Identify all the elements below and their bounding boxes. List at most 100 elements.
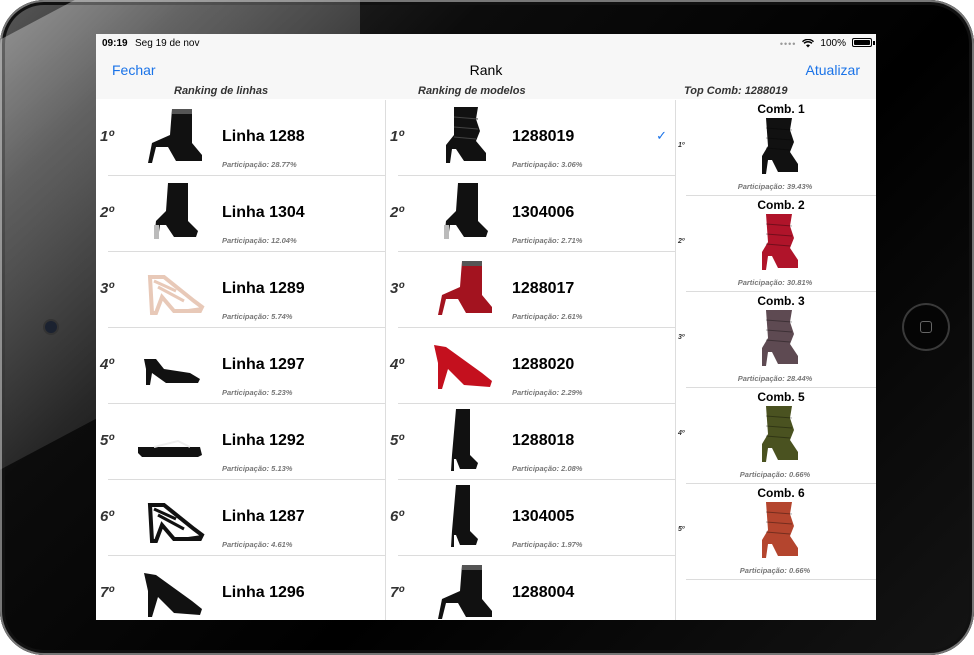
- shoe-image: [134, 409, 206, 471]
- rank-number: 5º: [678, 526, 685, 533]
- ranking-row[interactable]: 5º Linha 1292 Participação: 5.13%: [100, 404, 385, 480]
- participation-value: Participação: 39.43%: [737, 182, 813, 191]
- combination-row[interactable]: 3º Comb. 3 Participação: 28.44%: [678, 292, 876, 388]
- ranking-row[interactable]: 7º 1288004: [390, 556, 675, 620]
- battery-percent: 100%: [820, 38, 846, 49]
- rank-number: 1º: [678, 142, 685, 149]
- shoe-image: [134, 105, 206, 167]
- row-title: 1304006: [512, 204, 575, 221]
- participation-value: Participação: 30.81%: [737, 278, 813, 287]
- participation-value: Participação: 2.61%: [512, 312, 583, 321]
- row-title: Linha 1296: [222, 584, 305, 601]
- combination-row[interactable]: 5º Comb. 6 Participação: 0.66%: [678, 484, 876, 580]
- status-indicators: •••• 100%: [780, 38, 846, 49]
- participation-value: Participação: 5.74%: [222, 312, 293, 321]
- ranking-row[interactable]: 2º Linha 1304 Participação: 12.04%: [100, 176, 385, 252]
- rank-number: 2º: [100, 204, 114, 221]
- rank-number: 2º: [678, 238, 685, 245]
- participation-value: Participação: 28.44%: [737, 374, 813, 383]
- row-title: 1288020: [512, 356, 575, 373]
- ranking-row[interactable]: 6º 1304005 Participação: 1.97%: [390, 480, 675, 556]
- combination-title: Comb. 2: [757, 198, 805, 212]
- participation-value: Participação: 28.77%: [222, 160, 297, 169]
- combinations-list[interactable]: 1º Comb. 1 Participação: 39.43% 2º Comb.…: [676, 100, 876, 620]
- shoe-image: [424, 561, 496, 620]
- rank-number: 4º: [100, 356, 114, 373]
- combination-title: Comb. 6: [757, 486, 805, 500]
- rank-number: 5º: [390, 432, 404, 449]
- row-title: 1288019: [512, 128, 575, 145]
- wifi-icon: [802, 39, 815, 48]
- ranking-row[interactable]: 3º 1288017 Participação: 2.61%: [390, 252, 675, 328]
- combination-row[interactable]: 2º Comb. 2 Participação: 30.81%: [678, 196, 876, 292]
- combination-row[interactable]: 1º Comb. 1 Participação: 39.43%: [678, 100, 876, 196]
- rank-number: 4º: [390, 356, 404, 373]
- status-time: 09:19: [102, 38, 128, 49]
- ranking-row[interactable]: 6º Linha 1287 Participação: 4.61%: [100, 480, 385, 556]
- ranking-row[interactable]: 5º 1288018 Participação: 2.08%: [390, 404, 675, 480]
- rank-number: 7º: [100, 584, 114, 601]
- battery-icon: [852, 38, 872, 47]
- participation-value: Participação: 12.04%: [222, 236, 297, 245]
- shoe-image: [134, 333, 206, 395]
- row-title: 1288004: [512, 584, 575, 601]
- participation-value: Participação: 1.97%: [512, 540, 583, 549]
- camera-icon: [45, 321, 57, 333]
- participation-value: Participação: 5.13%: [222, 464, 293, 473]
- shoe-image: [424, 485, 496, 547]
- ranking-row[interactable]: 7º Linha 1296: [100, 556, 385, 620]
- refresh-button[interactable]: Atualizar: [806, 62, 860, 78]
- combination-title: Comb. 1: [757, 102, 805, 116]
- shoe-image: [134, 181, 206, 243]
- ranking-row[interactable]: 4º Linha 1297 Participação: 5.23%: [100, 328, 385, 404]
- lines-ranking-list[interactable]: 1º Linha 1288 Participação: 28.77% 2º Linha …: [96, 100, 386, 620]
- shoe-image: [424, 409, 496, 471]
- row-title: Linha 1288: [222, 128, 305, 145]
- rank-number: 1º: [390, 128, 404, 145]
- home-square-icon: [920, 321, 932, 333]
- ranking-row[interactable]: 3º Linha 1289 Participação: 5.74%: [100, 252, 385, 328]
- rank-number: 3º: [390, 280, 404, 297]
- combination-row[interactable]: 4º Comb. 5 Participação: 0.66%: [678, 388, 876, 484]
- row-title: Linha 1287: [222, 508, 305, 525]
- shoe-image: [134, 485, 206, 547]
- ranking-row[interactable]: 1º 1288019 Participação: 3.06% ✓: [390, 100, 675, 176]
- rank-number: 3º: [100, 280, 114, 297]
- participation-value: Participação: 2.71%: [512, 236, 583, 245]
- header-models: Ranking de modelos: [418, 85, 526, 97]
- participation-value: Participação: 2.08%: [512, 464, 583, 473]
- participation-value: Participação: 4.61%: [222, 540, 293, 549]
- shoe-image: [746, 308, 804, 370]
- participation-value: Participação: 0.66%: [739, 566, 811, 575]
- ranking-row[interactable]: 2º 1304006 Participação: 2.71%: [390, 176, 675, 252]
- combination-title: Comb. 5: [757, 390, 805, 404]
- row-title: 1288017: [512, 280, 575, 297]
- signal-icon: ••••: [779, 38, 797, 49]
- shoe-image: [134, 561, 206, 620]
- home-button[interactable]: [902, 303, 950, 351]
- checkmark-icon: ✓: [656, 128, 667, 143]
- rank-number: 7º: [390, 584, 404, 601]
- row-title: 1288018: [512, 432, 575, 449]
- status-date: Seg 19 de nov: [135, 38, 200, 49]
- row-title: 1304005: [512, 508, 575, 525]
- ranking-row[interactable]: 1º Linha 1288 Participação: 28.77%: [100, 100, 385, 176]
- app-screen: 09:19 Seg 19 de nov •••• 100% Fechar Ran…: [96, 34, 876, 620]
- header-lines: Ranking de linhas: [174, 85, 269, 97]
- row-title: Linha 1304: [222, 204, 305, 221]
- rank-number: 6º: [100, 508, 114, 525]
- column-headers: Ranking de linhas Ranking de modelos Top…: [96, 84, 876, 99]
- row-title: Linha 1289: [222, 280, 305, 297]
- rank-number: 4º: [678, 430, 685, 437]
- rank-number: 6º: [390, 508, 404, 525]
- shoe-image: [134, 257, 206, 319]
- ranking-row[interactable]: 4º 1288020 Participação: 2.29%: [390, 328, 675, 404]
- header-top-comb: Top Comb: 1288019: [684, 85, 788, 97]
- models-ranking-list[interactable]: 1º 1288019 Participação: 3.06% ✓ 2º 1304006 Pa…: [386, 100, 676, 620]
- participation-value: Participação: 5.23%: [222, 388, 293, 397]
- combination-title: Comb. 3: [757, 294, 805, 308]
- status-bar: 09:19 Seg 19 de nov •••• 100%: [96, 34, 876, 52]
- row-title: Linha 1292: [222, 432, 305, 449]
- shoe-image: [746, 500, 804, 562]
- participation-value: Participação: 0.66%: [739, 470, 811, 479]
